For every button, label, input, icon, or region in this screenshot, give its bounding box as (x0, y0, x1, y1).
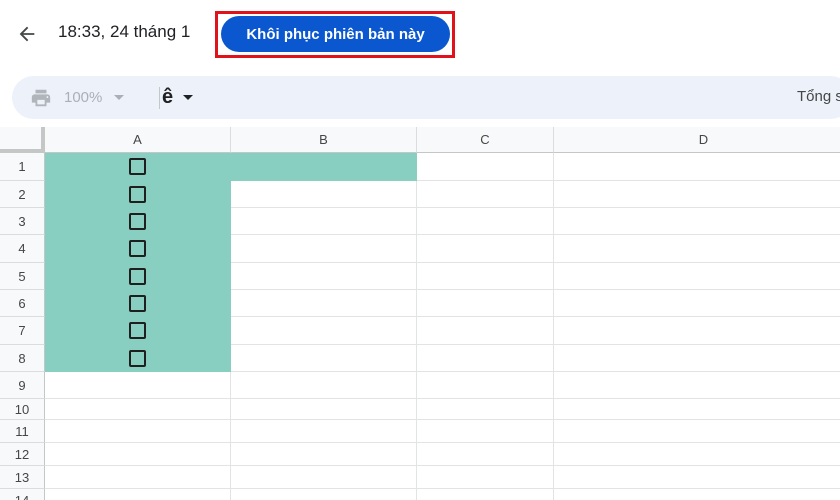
input-tools-icon: ê (162, 86, 174, 108)
cell-c5[interactable] (417, 263, 554, 290)
row-header-2[interactable]: 2 (0, 181, 45, 208)
column-header-c[interactable]: C (417, 127, 554, 153)
cell-d10[interactable] (554, 399, 840, 420)
row-header-8[interactable]: 8 (0, 345, 45, 372)
cell-b11[interactable] (231, 420, 417, 443)
cell-a8[interactable] (45, 345, 231, 372)
cell-b9[interactable] (231, 372, 417, 399)
row-header-14[interactable]: 14 (0, 489, 45, 500)
cell-d2[interactable] (554, 181, 840, 208)
input-tools-menu[interactable]: ê (162, 76, 194, 119)
zoom-select[interactable]: 100% (64, 76, 125, 119)
cell-d14[interactable] (554, 489, 840, 500)
cell-c4[interactable] (417, 235, 554, 263)
cell-d3[interactable] (554, 208, 840, 235)
cell-a13[interactable] (45, 466, 231, 489)
cell-c3[interactable] (417, 208, 554, 235)
cell-c12[interactable] (417, 443, 554, 466)
row-header-12[interactable]: 12 (0, 443, 45, 466)
row-header-7[interactable]: 7 (0, 317, 45, 345)
arrow-back-icon (19, 26, 35, 42)
back-button[interactable] (12, 19, 42, 49)
cell-a1[interactable] (45, 153, 231, 181)
column-header-b[interactable]: B (231, 127, 417, 153)
sum-indicator[interactable]: Tổng s (797, 88, 840, 105)
column-header-a[interactable]: A (45, 127, 231, 153)
version-timestamp: 18:33, 24 tháng 1 (58, 22, 191, 41)
cell-d1[interactable] (554, 153, 840, 181)
row-header-4[interactable]: 4 (0, 235, 45, 263)
row-header-3[interactable]: 3 (0, 208, 45, 235)
select-all-corner[interactable] (0, 127, 45, 153)
cell-c6[interactable] (417, 290, 554, 317)
cell-d5[interactable] (554, 263, 840, 290)
cell-d6[interactable] (554, 290, 840, 317)
cell-d12[interactable] (554, 443, 840, 466)
checkbox-a3[interactable] (129, 212, 146, 230)
checkbox-a5[interactable] (129, 267, 146, 285)
checkbox-a7[interactable] (129, 322, 146, 339)
cell-d7[interactable] (554, 317, 840, 345)
cell-d13[interactable] (554, 466, 840, 489)
cell-b6[interactable] (231, 290, 417, 317)
column-header-d[interactable]: D (554, 127, 840, 153)
checkbox-a4[interactable] (129, 240, 146, 257)
spreadsheet-grid: A B C D 1 2 3 4 5 6 7 8 9 10 11 12 13 14 (0, 127, 840, 500)
restore-version-button[interactable]: Khôi phục phiên bản này (221, 16, 450, 52)
cell-d9[interactable] (554, 372, 840, 399)
version-history-header: 18:33, 24 tháng 1 Khôi phục phiên bản nà… (0, 0, 840, 68)
row-header-11[interactable]: 11 (0, 420, 45, 443)
caret-down-icon (183, 95, 194, 100)
cell-c11[interactable] (417, 420, 554, 443)
row-header-13[interactable]: 13 (0, 466, 45, 489)
cell-c7[interactable] (417, 317, 554, 345)
cell-b12[interactable] (231, 443, 417, 466)
cell-b10[interactable] (231, 399, 417, 420)
cell-b5[interactable] (231, 263, 417, 290)
print-icon[interactable] (30, 87, 52, 109)
cell-c8[interactable] (417, 345, 554, 372)
cell-b14[interactable] (231, 489, 417, 500)
checkbox-a6[interactable] (129, 294, 146, 312)
cell-d8[interactable] (554, 345, 840, 372)
cell-d4[interactable] (554, 235, 840, 263)
cell-c2[interactable] (417, 181, 554, 208)
checkbox-a8[interactable] (129, 349, 146, 367)
toolbar: 100% ê Tổng s (12, 76, 840, 119)
cell-c13[interactable] (417, 466, 554, 489)
row-header-5[interactable]: 5 (0, 263, 45, 290)
cell-a5[interactable] (45, 263, 231, 290)
toolbar-divider (159, 87, 160, 109)
row-header-9[interactable]: 9 (0, 372, 45, 399)
cell-b13[interactable] (231, 466, 417, 489)
cell-b4[interactable] (231, 235, 417, 263)
cell-a6[interactable] (45, 290, 231, 317)
cell-a3[interactable] (45, 208, 231, 235)
cell-a14[interactable] (45, 489, 231, 500)
cell-a4[interactable] (45, 235, 231, 263)
cell-c10[interactable] (417, 399, 554, 420)
cell-a10[interactable] (45, 399, 231, 420)
cell-d11[interactable] (554, 420, 840, 443)
caret-down-icon (114, 95, 125, 100)
checkbox-a2[interactable] (129, 185, 146, 203)
cell-a2[interactable] (45, 181, 231, 208)
cell-a9[interactable] (45, 372, 231, 399)
cell-c9[interactable] (417, 372, 554, 399)
cell-c1[interactable] (417, 153, 554, 181)
checkbox-a1[interactable] (129, 158, 146, 175)
cell-b2[interactable] (231, 181, 417, 208)
cell-a11[interactable] (45, 420, 231, 443)
cell-b3[interactable] (231, 208, 417, 235)
zoom-value: 100% (64, 89, 103, 106)
cell-a12[interactable] (45, 443, 231, 466)
cell-c14[interactable] (417, 489, 554, 500)
row-header-1[interactable]: 1 (0, 153, 45, 181)
row-header-6[interactable]: 6 (0, 290, 45, 317)
cell-b1[interactable] (231, 153, 417, 181)
cell-b8[interactable] (231, 345, 417, 372)
cell-b7[interactable] (231, 317, 417, 345)
cell-a7[interactable] (45, 317, 231, 345)
row-header-10[interactable]: 10 (0, 399, 45, 420)
